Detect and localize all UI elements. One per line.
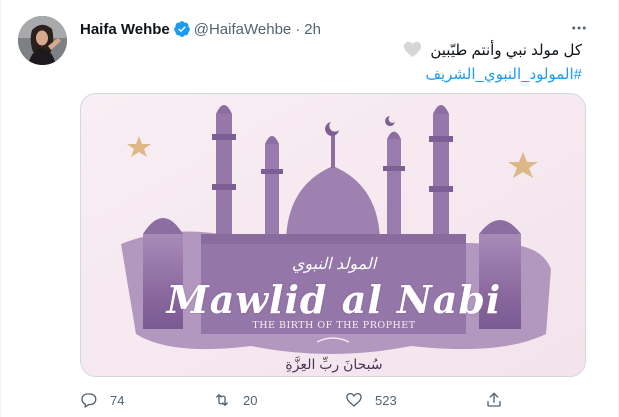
avatar[interactable] (18, 16, 67, 65)
avatar-photo (18, 16, 67, 65)
retweet-button[interactable]: 20 (213, 388, 257, 412)
media-arabic-verse: سُبحانَ ربِّ العِزَّةِ (285, 356, 383, 372)
mosque-illustration (81, 94, 585, 376)
tweet-header: Haifa Wehbe @HaifaWehbe · 2h (80, 19, 321, 39)
tweet-actions-bar: 74 20 523 (80, 388, 586, 412)
more-dots-icon (572, 26, 586, 30)
tweet-timestamp[interactable]: 2h (304, 21, 321, 38)
verified-badge-icon (173, 21, 190, 37)
separator-dot: · (295, 20, 301, 38)
like-heart-icon (346, 392, 362, 407)
media-title: Mawlid al Nabi (166, 277, 502, 322)
heart-icon (404, 41, 422, 58)
tweet-text-content: كل مولد نبي وأنتم طيّبين (430, 42, 582, 59)
reply-button[interactable]: 74 (80, 388, 124, 412)
more-options-button[interactable] (569, 18, 589, 38)
share-icon (487, 392, 501, 407)
like-button[interactable]: 523 (345, 388, 397, 412)
media-subtitle: THE BIRTH OF THE PROPHET (252, 320, 416, 331)
tweet-text: كل مولد نبي وأنتم طيّبين (403, 41, 582, 59)
reply-icon (81, 393, 97, 408)
reply-count: 74 (110, 392, 125, 408)
author-name[interactable]: Haifa Wehbe (80, 21, 170, 38)
like-count: 523 (375, 392, 397, 408)
tweet-card: Haifa Wehbe @HaifaWehbe · 2h كل مولد نبي… (0, 0, 619, 417)
media-arabic-calligraphy: المولد النبوي (291, 256, 377, 273)
tweet-media-image[interactable]: المولد النبوي Mawlid al Nabi THE BIRTH O… (80, 93, 586, 377)
retweet-icon (216, 394, 228, 406)
share-button[interactable] (485, 388, 503, 412)
hashtag-link[interactable]: #المولود_النبوي_الشريف (425, 65, 582, 83)
retweet-count: 20 (243, 392, 258, 408)
author-handle[interactable]: @HaifaWehbe (194, 21, 292, 38)
